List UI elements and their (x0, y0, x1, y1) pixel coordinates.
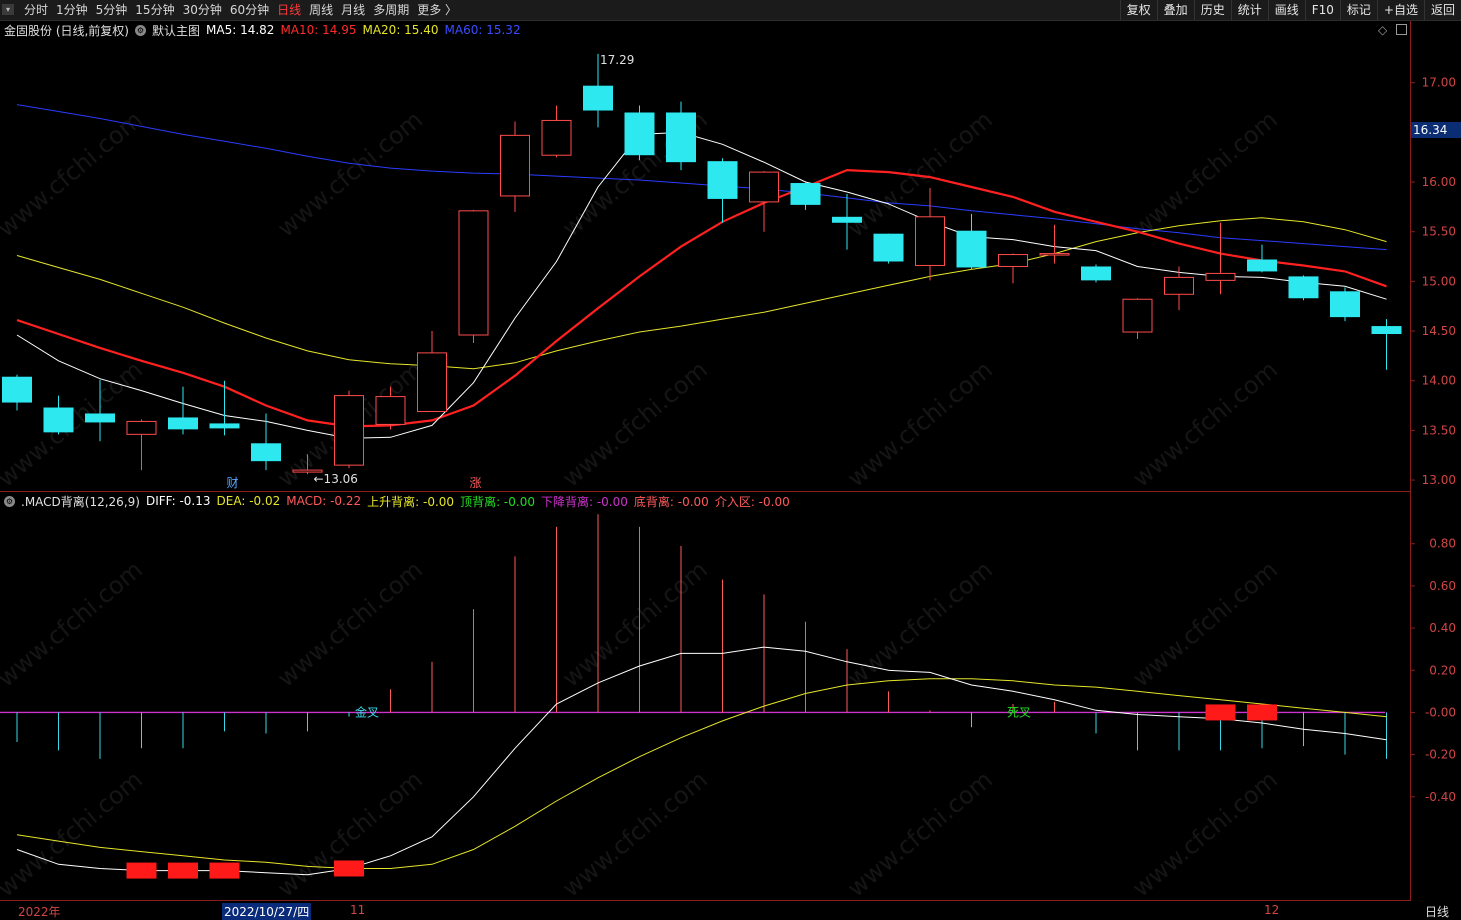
price-tick-label: 13.50 (1422, 423, 1456, 437)
entry-zone-block (1205, 704, 1236, 721)
candle-down (209, 423, 240, 429)
candle-down (832, 216, 862, 223)
date-label-year: 2022年 (18, 905, 61, 919)
entry-zone-block (1247, 704, 1277, 721)
candle-down (666, 112, 696, 163)
candle-down (956, 230, 987, 268)
price-tick-label: 16.00 (1422, 175, 1456, 189)
rise-marker: 涨 (470, 475, 482, 490)
price-tick-label: 14.50 (1422, 324, 1456, 338)
diff-line (16, 646, 1387, 876)
low-price-label: ←13.06 (314, 472, 358, 486)
kline-macd-chart[interactable]: 17.0016.5016.0015.5015.0014.5014.0013.50… (0, 0, 1461, 919)
ma60-line (16, 104, 1387, 251)
entry-zone-block (209, 862, 240, 879)
date-label-nov: 11 (350, 903, 366, 917)
candle-down (707, 161, 738, 199)
macd-tick-label: 0.20 (1429, 663, 1456, 677)
candle-down (583, 85, 613, 111)
candle-up (417, 352, 447, 412)
date-axis: 2022年 2022/10/27/四 11 12 日线 (0, 901, 1461, 920)
candle-down (1288, 276, 1319, 299)
price-tick-label: 17.00 (1422, 76, 1456, 90)
candle-down (873, 233, 904, 262)
price-tick-label: 14.00 (1422, 374, 1456, 388)
candle-down (168, 417, 198, 430)
macd-tick-label: -0.00 (1425, 705, 1456, 719)
candle-up (1039, 253, 1070, 256)
candle-up (458, 210, 489, 336)
current-price-tag: 16.34 (1411, 122, 1461, 138)
candle-down (1247, 259, 1277, 272)
candle-up (500, 134, 530, 197)
macd-tick-label: 0.40 (1429, 621, 1456, 635)
candle-up (915, 216, 945, 266)
candle-up (126, 420, 157, 435)
price-tick-label: 15.50 (1422, 225, 1456, 239)
macd-tick-label: 0.80 (1429, 537, 1456, 551)
entry-zone-block (168, 862, 198, 879)
candle-down (2, 376, 32, 403)
candle-down (43, 407, 74, 433)
candle-down (251, 443, 281, 462)
candle-down (624, 112, 655, 156)
candle-up (1164, 276, 1194, 295)
price-tick-label: 15.00 (1422, 274, 1456, 288)
ma10-line (16, 168, 1387, 428)
candle-up (1122, 298, 1153, 333)
high-price-label: 17.29 (600, 53, 634, 67)
candle-down (85, 413, 115, 423)
dead-cross-label: 死叉 (1007, 705, 1031, 719)
dea-line (16, 678, 1387, 869)
macd-tick-label: -0.40 (1425, 790, 1456, 804)
candle-down (1081, 266, 1111, 281)
candle-down (790, 183, 821, 205)
entry-zone-block (334, 860, 364, 877)
date-label-dec: 12 (1264, 903, 1280, 917)
date-label-selected: 2022/10/27/四 (222, 903, 312, 920)
macd-tick-label: 0.60 (1429, 579, 1456, 593)
candle-down (1330, 291, 1360, 318)
candle-down (1371, 326, 1402, 335)
candle-up (1205, 272, 1236, 281)
entry-zone-block (126, 862, 157, 879)
timeframe-label[interactable]: 日线 (1425, 903, 1449, 920)
candle-up (998, 254, 1028, 267)
finance-marker: 财 (227, 476, 239, 490)
candle-up (541, 119, 572, 156)
candle-up (749, 171, 779, 203)
macd-tick-label: -0.20 (1425, 748, 1456, 762)
price-tick-label: 13.00 (1422, 473, 1456, 487)
candle-up (334, 395, 364, 466)
golden-cross-label: 金叉 (355, 704, 379, 719)
candle-up (375, 396, 406, 425)
